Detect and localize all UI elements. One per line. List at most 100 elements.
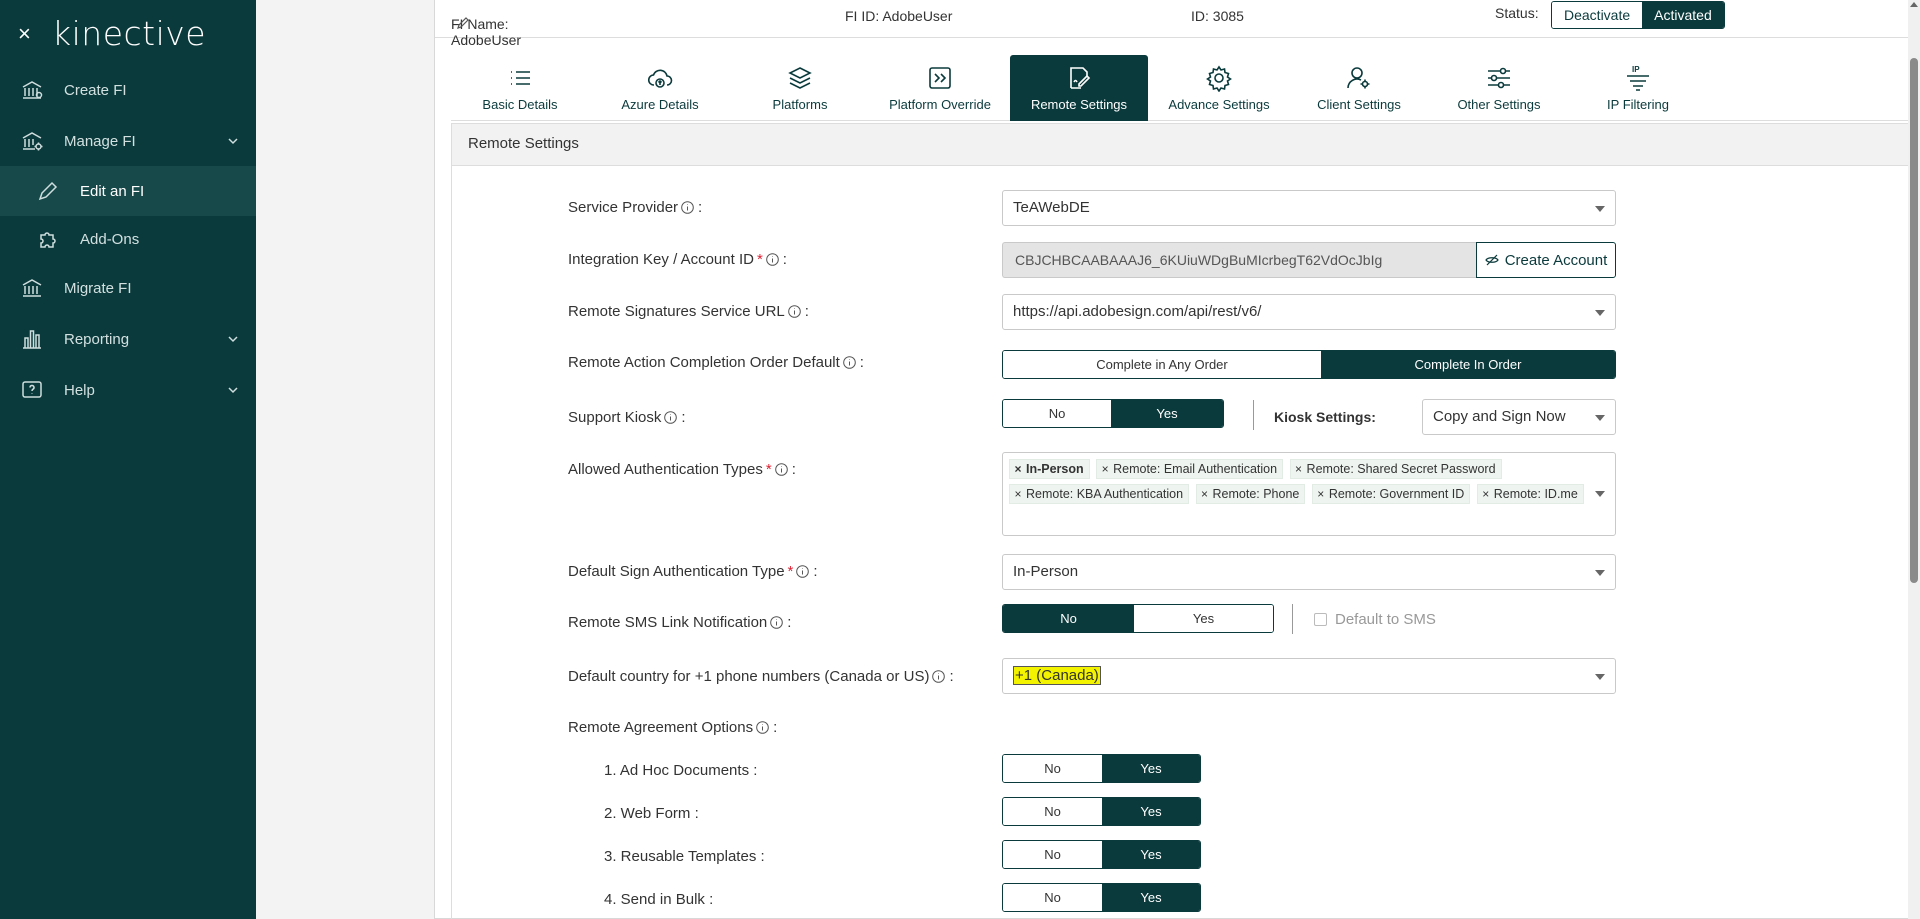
sidebar-item-reporting[interactable]: Reporting <box>0 314 256 364</box>
remove-chip-icon[interactable]: × <box>1291 462 1307 476</box>
sms-no-option[interactable]: No <box>1003 605 1134 632</box>
tab-azure-details[interactable]: Azure Details <box>591 55 729 121</box>
create-account-button[interactable]: Create Account <box>1476 242 1616 278</box>
tab-label: Advance Settings <box>1168 97 1270 112</box>
info-icon[interactable] <box>842 356 856 369</box>
chip-list: × In-Person × Remote: Email Authentication… <box>1009 457 1589 507</box>
info-icon[interactable] <box>770 616 784 629</box>
tab-advance-settings[interactable]: Advance Settings <box>1150 55 1288 121</box>
info-icon[interactable] <box>796 565 810 578</box>
templates-yes-option[interactable]: Yes <box>1102 841 1200 868</box>
dropdown-caret-icon <box>1595 491 1605 497</box>
bar-chart-icon <box>20 327 44 351</box>
chip-label: In-Person <box>1026 462 1084 476</box>
bank-icon <box>20 78 44 102</box>
colon: : <box>787 614 792 631</box>
chip-label: Remote: Government ID <box>1328 487 1465 501</box>
sidebar-item-label: Reporting <box>64 330 130 348</box>
scrollbar[interactable] <box>1908 0 1920 919</box>
select-value: TeAWebDE <box>1013 199 1090 216</box>
section-header[interactable]: Remote Settings <box>452 124 1920 166</box>
ad-hoc-yes-option[interactable]: Yes <box>1102 755 1200 782</box>
complete-any-order-option[interactable]: Complete in Any Order <box>1003 351 1321 378</box>
integration-key-field: CBJCHBCAABAAAJ6_6KUiuWDgBuMIcrbegT62VdOc… <box>1002 242 1476 278</box>
colon: : <box>782 251 787 268</box>
kiosk-no-option[interactable]: No <box>1003 400 1111 427</box>
info-icon[interactable] <box>756 721 769 734</box>
tab-label: IP Filtering <box>1607 97 1669 112</box>
scrollbar-thumb[interactable] <box>1910 58 1918 583</box>
kiosk-yes-option[interactable]: Yes <box>1111 400 1223 427</box>
info-icon[interactable] <box>787 305 801 318</box>
help-icon <box>20 378 44 402</box>
remove-chip-icon[interactable]: × <box>1097 462 1113 476</box>
default-country-select[interactable]: +1 (Canada) <box>1002 658 1616 694</box>
tab-basic-details[interactable]: Basic Details <box>451 55 589 121</box>
tab-ip-filtering[interactable]: IP IP Filtering <box>1569 55 1707 121</box>
auth-types-multiselect[interactable]: × In-Person × Remote: Email Authentication… <box>1002 452 1616 536</box>
activated-button[interactable]: Activated <box>1642 2 1724 28</box>
user-gear-icon <box>1345 64 1373 92</box>
tab-label: Other Settings <box>1457 97 1541 112</box>
info-icon[interactable] <box>765 253 779 266</box>
chevron-down-icon[interactable] <box>226 383 240 397</box>
service-provider-select[interactable]: TeAWebDE <box>1002 190 1616 226</box>
templates-no-option[interactable]: No <box>1003 841 1102 868</box>
web-form-yes-option[interactable]: Yes <box>1102 798 1200 825</box>
info-icon[interactable] <box>932 670 946 683</box>
close-icon[interactable]: × <box>18 22 38 44</box>
colon: : <box>813 563 818 580</box>
default-auth-select[interactable]: In-Person <box>1002 554 1616 590</box>
sidebar-item-create-fi[interactable]: Create FI <box>0 65 256 115</box>
chevron-down-icon[interactable] <box>226 134 240 148</box>
sidebar-item-label: Add-Ons <box>80 230 140 248</box>
remove-chip-icon[interactable]: × <box>1010 487 1026 501</box>
ad-hoc-no-option[interactable]: No <box>1003 755 1102 782</box>
status-label: Status: <box>1495 5 1539 21</box>
web-form-toggle: No Yes <box>1002 797 1201 826</box>
tab-platform-override[interactable]: Platform Override <box>871 55 1009 121</box>
chevron-down-icon[interactable] <box>226 332 240 346</box>
deactivate-button[interactable]: Deactivate <box>1552 2 1643 28</box>
tab-client-settings[interactable]: Client Settings <box>1290 55 1428 121</box>
chip-label: Remote: Email Authentication <box>1113 462 1278 476</box>
fi-card: FI Name: AdobeUser FI ID: AdobeUser ID: … <box>434 0 1920 919</box>
remove-chip-icon[interactable]: × <box>1478 487 1494 501</box>
info-icon[interactable] <box>774 463 788 476</box>
tab-label: Client Settings <box>1317 97 1401 112</box>
sidebar-item-manage-fi[interactable]: Manage FI <box>0 116 256 166</box>
label-text: Remote Signatures Service URL <box>568 303 785 320</box>
tab-platforms[interactable]: Platforms <box>731 55 869 121</box>
web-form-no-option[interactable]: No <box>1003 798 1102 825</box>
remove-chip-icon[interactable]: × <box>1010 462 1026 476</box>
default-to-sms-checkbox[interactable]: Default to SMS <box>1314 611 1436 628</box>
tab-label: Basic Details <box>482 97 558 112</box>
scroll-up-arrow-icon[interactable] <box>1910 2 1918 7</box>
dropdown-caret-icon <box>1595 570 1605 576</box>
sliders-icon <box>1485 64 1513 92</box>
fi-info-row: FI Name: AdobeUser FI ID: AdobeUser ID: … <box>435 0 1920 48</box>
sms-yes-option[interactable]: Yes <box>1134 605 1273 632</box>
sidebar-item-help[interactable]: Help <box>0 365 256 415</box>
sidebar-item-edit-fi[interactable]: Edit an FI <box>0 166 256 216</box>
service-url-select[interactable]: https://api.adobesign.com/api/rest/v6/ <box>1002 294 1616 330</box>
info-icon[interactable] <box>681 201 694 214</box>
checkbox-box[interactable] <box>1314 613 1327 626</box>
sidebar-item-add-ons[interactable]: Add-Ons <box>0 214 256 264</box>
bulk-no-option[interactable]: No <box>1003 884 1102 911</box>
reusable-templates-toggle: No Yes <box>1002 840 1201 869</box>
required-marker: * <box>787 563 794 580</box>
kiosk-settings-select[interactable]: Copy and Sign Now <box>1422 399 1616 435</box>
info-icon[interactable] <box>664 411 678 424</box>
pencil-icon <box>36 179 60 203</box>
tab-remote-settings[interactable]: Remote Settings <box>1010 55 1148 121</box>
remove-chip-icon[interactable]: × <box>1197 487 1213 501</box>
complete-in-order-option[interactable]: Complete In Order <box>1321 351 1615 378</box>
tab-other-settings[interactable]: Other Settings <box>1430 55 1568 121</box>
eye-slash-icon <box>1484 253 1499 267</box>
kinective-logo[interactable]: kinective <box>52 14 206 53</box>
bulk-yes-option[interactable]: Yes <box>1102 884 1200 911</box>
remove-chip-icon[interactable]: × <box>1313 487 1329 501</box>
edit-pencil-icon[interactable] <box>456 16 470 30</box>
sidebar-item-migrate-fi[interactable]: Migrate FI <box>0 263 256 313</box>
